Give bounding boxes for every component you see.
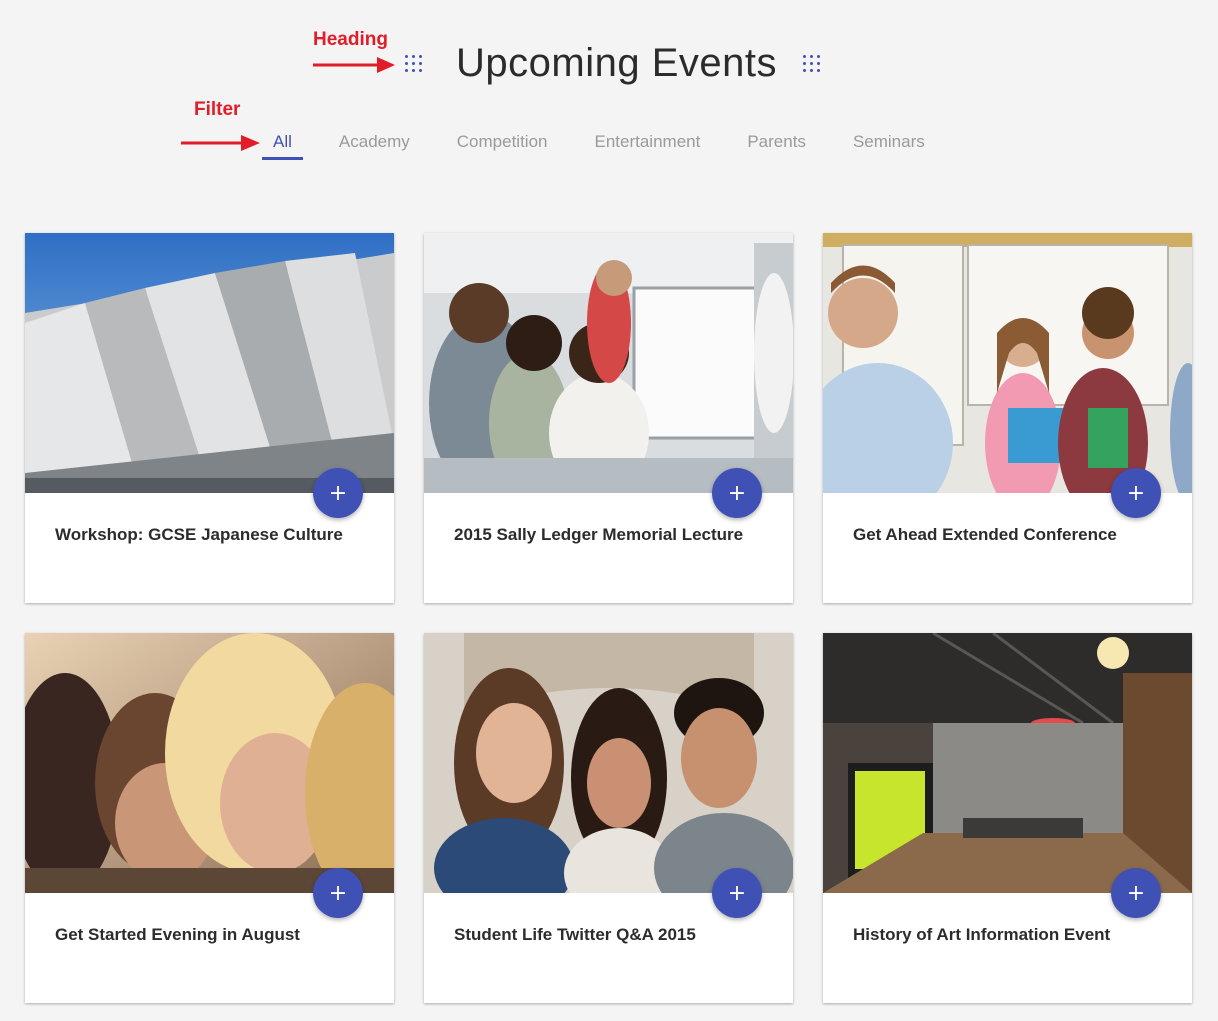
event-title[interactable]: Get Ahead Extended Conference [853,525,1117,545]
students-studying-photo [25,633,394,893]
page-title: Upcoming Events [456,40,777,85]
heading-annotation-label: Heading [313,29,388,50]
event-card[interactable]: + Get Started Evening in August [25,633,394,1003]
friends-selfie-photo [424,633,793,893]
heading-annotation-arrow [313,57,395,73]
section-heading: Upcoming Events [405,38,826,88]
event-title[interactable]: Student Life Twitter Q&A 2015 [454,925,696,945]
filter-seminars[interactable]: Seminars [842,128,936,158]
event-grid: + Workshop: GCSE Japanese Culture + 2015… [25,233,1192,1003]
heading-right-dots-icon [802,54,826,72]
filter-parents[interactable]: Parents [736,128,817,158]
filter-all[interactable]: All [262,128,303,160]
add-event-button[interactable]: + [1111,468,1161,518]
event-card[interactable]: + History of Art Information Event [823,633,1192,1003]
event-card[interactable]: + 2015 Sally Ledger Memorial Lecture [424,233,793,603]
event-card[interactable]: + Get Ahead Extended Conference [823,233,1192,603]
students-whiteboard-photo [424,233,793,493]
heading-left-dots-icon [405,54,428,72]
filter-annotation-arrow [181,135,260,151]
filter-entertainment[interactable]: Entertainment [584,128,712,158]
teacher-students-photo [823,233,1192,493]
event-title[interactable]: History of Art Information Event [853,925,1110,945]
filter-competition[interactable]: Competition [446,128,559,158]
filter-academy[interactable]: Academy [328,128,421,158]
add-event-button[interactable]: + [313,868,363,918]
event-card[interactable]: + Workshop: GCSE Japanese Culture [25,233,394,603]
add-event-button[interactable]: + [1111,868,1161,918]
event-title[interactable]: 2015 Sally Ledger Memorial Lecture [454,525,743,545]
add-event-button[interactable]: + [712,468,762,518]
filter-annotation-label: Filter [194,99,241,120]
add-event-button[interactable]: + [313,468,363,518]
event-filter-bar: All Academy Competition Entertainment Pa… [262,128,961,160]
event-title[interactable]: Get Started Evening in August [55,925,300,945]
event-title[interactable]: Workshop: GCSE Japanese Culture [55,525,343,545]
building-photo [25,233,394,493]
add-event-button[interactable]: + [712,868,762,918]
event-card[interactable]: + Student Life Twitter Q&A 2015 [424,633,793,1003]
office-interior-photo [823,633,1192,893]
